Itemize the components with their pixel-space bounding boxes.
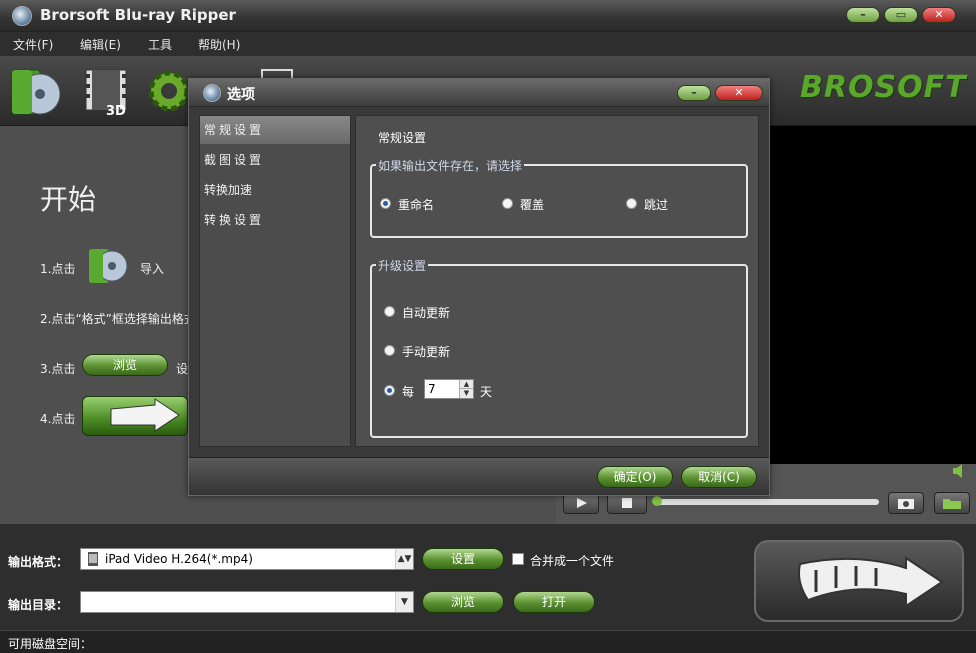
open-output-button[interactable]: 打开 <box>513 591 595 613</box>
format-settings-button[interactable]: 设置 <box>422 548 504 570</box>
output-dir-input[interactable]: ▼ <box>80 591 414 613</box>
update-interval-stepper[interactable]: 7 ▲ ▼ <box>424 379 474 399</box>
dialog-close-button[interactable]: ✕ <box>715 85 763 101</box>
convert-button[interactable] <box>754 540 964 622</box>
3d-film-icon[interactable]: 3D <box>82 66 132 118</box>
dialog-app-icon <box>203 84 221 102</box>
maximize-icon: ▭ <box>885 8 917 22</box>
interval-update-radio[interactable] <box>384 385 395 396</box>
update-settings-group: 升级设置 自动更新 手动更新 每 7 ▲ ▼ 天 <box>370 264 748 438</box>
existing-file-group: 如果输出文件存在，请选择 重命名 覆盖 跳过 <box>370 164 748 238</box>
existing-file-legend: 如果输出文件存在，请选择 <box>376 157 524 174</box>
menu-edit[interactable]: 编辑(E) <box>80 36 121 53</box>
seek-bar[interactable] <box>655 499 879 505</box>
menu-file[interactable]: 文件(F) <box>13 36 53 53</box>
ipad-icon <box>85 551 101 567</box>
close-button[interactable]: ✕ <box>922 7 956 23</box>
app-title: Brorsoft Blu-ray Ripper <box>40 6 236 24</box>
convert-arrow-icon <box>83 397 187 435</box>
close-icon: ✕ <box>923 8 955 22</box>
guide-convert-button[interactable] <box>82 396 188 436</box>
rename-radio[interactable] <box>380 198 391 209</box>
menu-bar: 文件(F) 编辑(E) 工具 帮助(H) <box>0 32 976 56</box>
step-1-label: 1.点击 <box>40 260 75 277</box>
open-folder-button[interactable] <box>934 492 970 514</box>
volume-icon[interactable] <box>950 463 970 479</box>
snapshot-button[interactable] <box>888 492 924 514</box>
skip-label: 跳过 <box>644 196 668 213</box>
minimize-button[interactable]: – <box>846 7 880 23</box>
update-interval-value: 7 <box>428 382 436 396</box>
guide-title: 开始 <box>40 178 96 218</box>
settings-gear-icon[interactable] <box>146 68 192 114</box>
skip-radio[interactable] <box>626 198 637 209</box>
auto-update-label: 自动更新 <box>402 304 450 321</box>
chevron-down-icon: ▼ <box>395 592 413 612</box>
main-title-bar: Brorsoft Blu-ray Ripper – ▭ ✕ <box>0 0 976 32</box>
merge-label: 合并成一个文件 <box>530 552 614 569</box>
folder-icon <box>935 493 969 513</box>
format-select-value: iPad Video H.264(*.mp4) <box>105 552 253 566</box>
load-disc-small-icon <box>88 248 130 286</box>
ok-button[interactable]: 确定(O) <box>597 466 673 488</box>
options-content: 常规设置 如果输出文件存在，请选择 重命名 覆盖 跳过 升级设置 自动更新 手动… <box>355 115 759 447</box>
auto-update-radio[interactable] <box>384 306 395 317</box>
cancel-button[interactable]: 取消(C) <box>681 466 757 488</box>
manual-update-label: 手动更新 <box>402 343 450 360</box>
guide-browse-button[interactable]: 浏览 <box>82 354 168 376</box>
dialog-title-bar: 选项 – ✕ <box>189 79 769 107</box>
stop-icon <box>608 493 646 513</box>
maximize-button[interactable]: ▭ <box>884 7 918 23</box>
status-bar: 可用磁盘空间： <box>0 630 976 653</box>
rename-label: 重命名 <box>398 196 434 213</box>
close-icon: ✕ <box>716 86 762 100</box>
minimize-icon: – <box>847 8 879 22</box>
camera-icon <box>889 493 923 513</box>
step-2-label: 2.点击“格式”框选择输出格式 <box>40 310 196 327</box>
format-select[interactable]: iPad Video H.264(*.mp4) ▲▼ <box>80 548 414 570</box>
interval-unit-label: 天 <box>480 383 492 400</box>
overwrite-radio[interactable] <box>502 198 513 209</box>
options-dialog: 选项 – ✕ 常规设置 截图设置 转换加速 转换设置 常规设置 如果输出文件存在… <box>188 78 770 496</box>
step-3-label: 3.点击 <box>40 360 75 377</box>
step-3-suffix: 设 <box>176 360 188 377</box>
nav-conversion-settings[interactable]: 转换设置 <box>200 206 350 234</box>
nav-general-settings[interactable]: 常规设置 <box>200 116 350 144</box>
dialog-footer: 确定(O) 取消(C) <box>189 457 769 495</box>
overwrite-label: 覆盖 <box>520 196 544 213</box>
spin-down-icon[interactable]: ▼ <box>459 389 473 398</box>
play-icon <box>564 493 598 513</box>
select-arrows-icon: ▲▼ <box>395 549 413 569</box>
seek-handle[interactable] <box>652 496 662 506</box>
dialog-title: 选项 <box>227 84 255 104</box>
dialog-minimize-button[interactable]: – <box>677 85 711 101</box>
options-nav: 常规设置 截图设置 转换加速 转换设置 <box>199 115 351 447</box>
step-1-import-label: 导入 <box>140 260 164 277</box>
step-4-label: 4.点击 <box>40 410 75 427</box>
format-label: 输出格式： <box>8 553 68 570</box>
disk-space-label: 可用磁盘空间： <box>8 635 92 652</box>
browse-output-button[interactable]: 浏览 <box>422 591 504 613</box>
output-dir-label: 输出目录： <box>8 596 68 613</box>
preview-screen <box>770 126 976 464</box>
merge-checkbox[interactable] <box>512 553 524 565</box>
menu-help[interactable]: 帮助(H) <box>198 36 240 53</box>
minimize-icon: – <box>678 86 710 100</box>
app-logo-icon <box>12 6 32 26</box>
brand-logo: BROSOFT <box>800 70 967 105</box>
nav-snapshot-settings[interactable]: 截图设置 <box>200 146 350 174</box>
interval-update-label: 每 <box>402 383 414 400</box>
3d-label: 3D <box>106 104 126 118</box>
manual-update-radio[interactable] <box>384 345 395 356</box>
update-legend: 升级设置 <box>376 257 428 274</box>
section-title: 常规设置 <box>378 129 426 146</box>
nav-acceleration[interactable]: 转换加速 <box>200 176 350 204</box>
spin-up-icon[interactable]: ▲ <box>459 380 473 389</box>
convert-film-arrow-icon <box>756 542 962 620</box>
menu-tools[interactable]: 工具 <box>148 36 172 53</box>
load-disc-icon[interactable] <box>10 68 62 118</box>
